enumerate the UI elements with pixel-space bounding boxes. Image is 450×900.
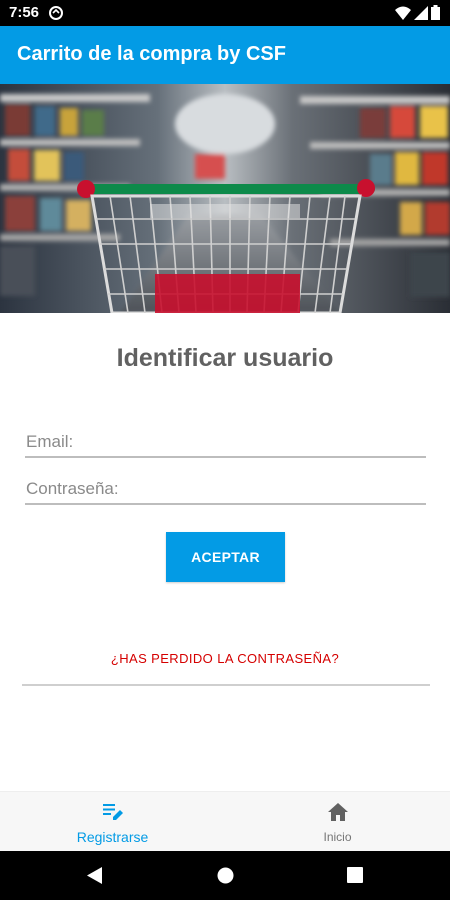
system-navigation-bar xyxy=(0,851,450,900)
email-field[interactable] xyxy=(25,418,426,456)
nav-label-register: Registrarse xyxy=(76,829,149,845)
back-icon[interactable] xyxy=(87,867,103,884)
nav-item-register[interactable]: Registrarse xyxy=(0,792,225,852)
app-title: Carrito de la compra by CSF xyxy=(17,43,286,65)
forgot-password-link[interactable]: ¿HAS PERDIDO LA CONTRASEÑA? xyxy=(0,651,450,666)
email-field-container xyxy=(25,418,426,458)
shopping-cart-image xyxy=(0,84,450,313)
status-bar: 7:56 xyxy=(0,0,450,26)
home-icon xyxy=(327,803,348,821)
login-title: Identificar usuario xyxy=(116,344,334,372)
data-saver-icon xyxy=(49,6,63,20)
cellular-icon xyxy=(414,5,428,20)
status-time: 7:56 xyxy=(9,4,40,21)
bottom-navigation: Registrarse Inicio xyxy=(0,791,450,851)
battery-icon xyxy=(431,5,440,20)
home-circle-icon[interactable] xyxy=(217,867,234,884)
password-field-container xyxy=(25,465,426,505)
app-bar: Carrito de la compra by CSF xyxy=(0,26,450,84)
wifi-icon xyxy=(395,6,411,20)
nav-item-home[interactable]: Inicio xyxy=(225,792,450,852)
nav-label-home: Inicio xyxy=(323,830,352,844)
edit-list-icon xyxy=(102,804,123,820)
password-field[interactable] xyxy=(25,465,426,503)
divider xyxy=(22,684,430,686)
status-icons xyxy=(395,5,440,20)
hero-image xyxy=(0,84,450,313)
recents-icon[interactable] xyxy=(347,867,363,883)
accept-button[interactable]: ACEPTAR xyxy=(166,532,285,582)
